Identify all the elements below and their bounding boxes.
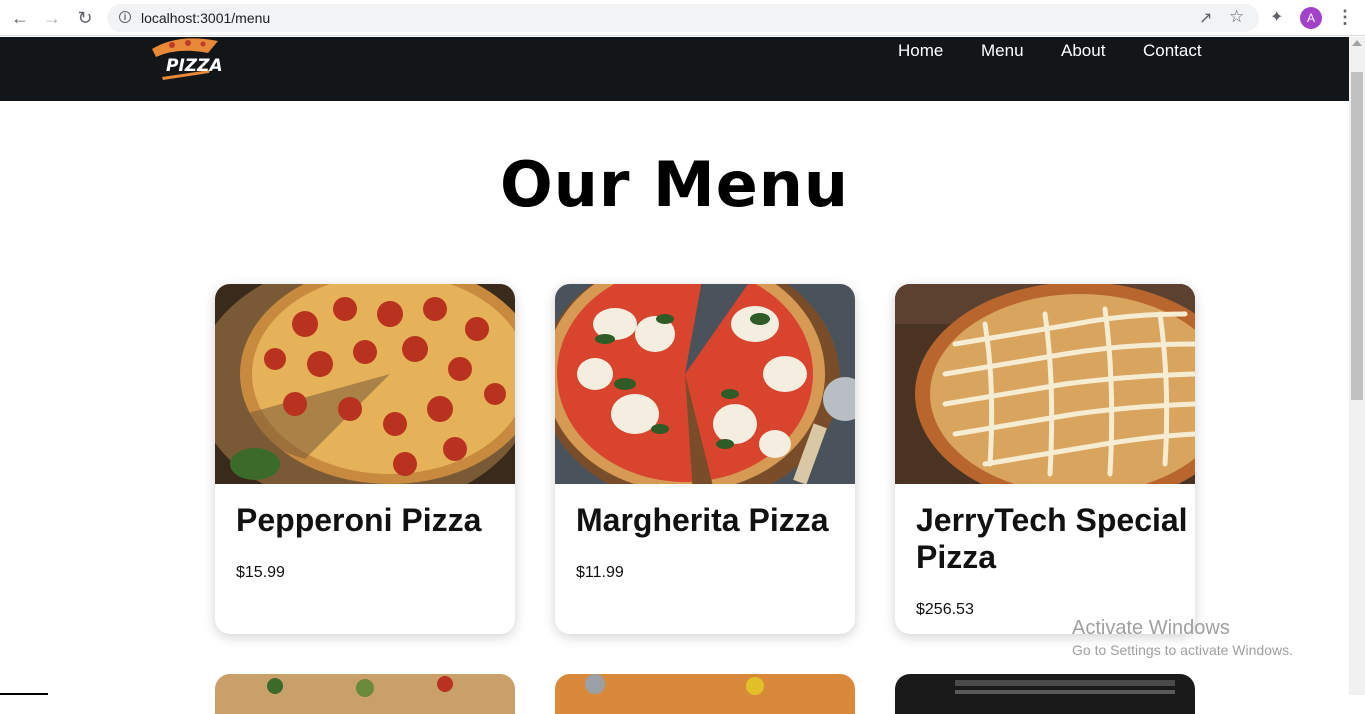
menu-card-pepperoni[interactable]: Pepperoni Pizza $15.99 bbox=[215, 284, 515, 634]
logo-text: PIZZA bbox=[166, 56, 222, 76]
menu-item-price: $15.99 bbox=[236, 564, 285, 581]
watermark-subtitle: Go to Settings to activate Windows. bbox=[1072, 642, 1293, 658]
more-menu-icon[interactable]: ⋮ bbox=[1336, 5, 1354, 29]
profile-avatar[interactable]: A bbox=[1300, 7, 1322, 29]
menu-item-name: Margherita Pizza bbox=[576, 502, 829, 538]
site-header: PIZZA Home Menu About Contact bbox=[0, 37, 1349, 101]
extensions-icon[interactable]: ✦ bbox=[1270, 7, 1283, 27]
pizza-logo[interactable]: PIZZA bbox=[148, 37, 222, 81]
share-icon[interactable]: ↗ bbox=[1199, 8, 1212, 28]
menu-card-row2-3[interactable] bbox=[895, 674, 1195, 714]
page-title: Our Menu bbox=[499, 148, 850, 221]
pizza-image bbox=[895, 674, 1195, 714]
browser-toolbar: ← → ↻ i localhost:3001/menu ↗ ☆ ✦ A ⋮ bbox=[0, 0, 1365, 36]
nav-about[interactable]: About bbox=[1061, 41, 1105, 61]
menu-card-row2-2[interactable] bbox=[555, 674, 855, 714]
address-bar[interactable]: i localhost:3001/menu ↗ ☆ bbox=[107, 4, 1259, 32]
bookmark-star-icon[interactable]: ☆ bbox=[1229, 7, 1244, 27]
menu-item-name: JerryTech Special Pizza bbox=[916, 502, 1188, 575]
scrollbar-thumb[interactable] bbox=[1351, 72, 1363, 400]
nav-home[interactable]: Home bbox=[898, 41, 943, 61]
info-icon[interactable]: i bbox=[119, 11, 131, 23]
back-arrow-icon[interactable]: ← bbox=[8, 6, 32, 30]
pepperoni-pizza-image bbox=[215, 284, 515, 484]
menu-item-price: $11.99 bbox=[576, 564, 624, 581]
forward-arrow-icon[interactable]: → bbox=[40, 6, 64, 30]
menu-card-jerrytech[interactable]: JerryTech Special Pizza $256.53 bbox=[895, 284, 1195, 634]
menu-card-margherita[interactable]: Margherita Pizza $11.99 bbox=[555, 284, 855, 634]
menu-item-name: Pepperoni Pizza bbox=[236, 502, 482, 538]
jerrytech-pizza-image bbox=[895, 284, 1195, 484]
pizza-image bbox=[555, 674, 855, 714]
nav-menu[interactable]: Menu bbox=[981, 41, 1024, 61]
scroll-up-arrow-icon[interactable] bbox=[1352, 40, 1362, 46]
reload-icon[interactable]: ↻ bbox=[73, 6, 97, 30]
watermark-title: Activate Windows bbox=[1072, 617, 1230, 639]
menu-item-price: $256.53 bbox=[916, 601, 974, 618]
margherita-pizza-image bbox=[555, 284, 855, 484]
nav-contact[interactable]: Contact bbox=[1143, 41, 1202, 61]
url-text[interactable]: localhost:3001/menu bbox=[141, 10, 270, 26]
pizza-image bbox=[215, 674, 515, 714]
menu-card-row2-1[interactable] bbox=[215, 674, 515, 714]
